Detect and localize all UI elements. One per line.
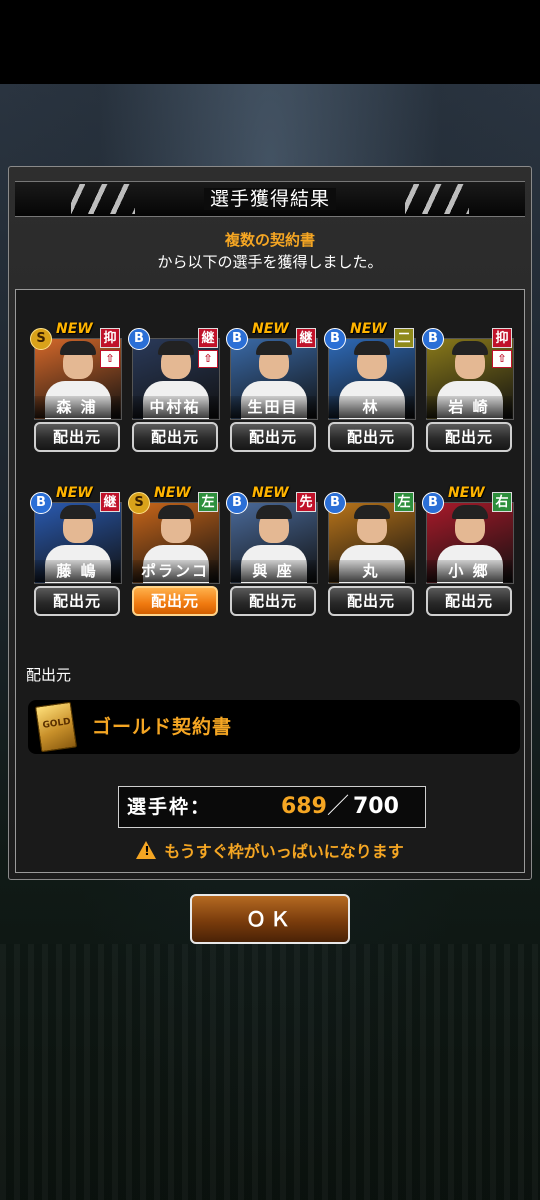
player-card[interactable]: 小 郷 B NEW 右配出元 xyxy=(422,485,514,622)
source-button[interactable]: 配出元 xyxy=(426,422,512,452)
player-cap xyxy=(452,505,488,519)
position-badge: 二 xyxy=(394,328,414,348)
position-badge: 左 xyxy=(198,492,218,512)
rank-badge: B xyxy=(128,328,150,350)
new-tag: NEW xyxy=(56,485,93,501)
player-row: 森 浦 S NEW 抑 ⇧ 配出元 中村祐 B 継 ⇧ 配出元 生田目 B NEW 継配出元林 B NEW 二配出… xyxy=(30,321,516,458)
player-cap xyxy=(354,341,390,355)
player-card[interactable]: 丸 B 左配出元 xyxy=(324,492,416,622)
player-card[interactable]: 藤 嶋 B NEW 継配出元 xyxy=(30,485,122,622)
slot-max: 700 xyxy=(353,794,399,819)
position-badge: 右 xyxy=(492,492,512,512)
slot-current: 689 xyxy=(281,794,327,819)
player-name: 小 郷 xyxy=(426,560,512,582)
rank-badge: B xyxy=(226,492,248,514)
source-button[interactable]: 配出元 xyxy=(328,422,414,452)
contract-icon-text: GOLD xyxy=(42,716,72,731)
source-button[interactable]: 配出元 xyxy=(426,586,512,616)
player-cap xyxy=(158,341,194,355)
source-button[interactable]: 配出元 xyxy=(34,422,120,452)
source-section-label: 配出元 xyxy=(26,666,72,684)
source-button[interactable]: 配出元 xyxy=(328,586,414,616)
player-card[interactable]: 中村祐 B 継 ⇧ 配出元 xyxy=(128,328,220,458)
new-tag: NEW xyxy=(252,485,289,501)
position-badge: 左 xyxy=(394,492,414,512)
rank-badge: S xyxy=(128,492,150,514)
source-button[interactable]: 配出元 xyxy=(132,422,218,452)
player-slot-box: 選手枠： 689 ／ 700 xyxy=(118,786,426,828)
player-card[interactable]: 森 浦 S NEW 抑 ⇧ 配出元 xyxy=(30,321,122,458)
warning-icon: ! xyxy=(136,841,157,859)
player-cap xyxy=(60,505,96,519)
player-name: 岩 崎 xyxy=(426,396,512,418)
warning-text: もうすぐ枠がいっぱいになります xyxy=(164,842,404,861)
rank-badge: S xyxy=(30,328,52,350)
new-tag: NEW xyxy=(448,485,485,501)
new-tag: NEW xyxy=(56,321,93,337)
player-cap xyxy=(60,341,96,355)
message-highlight: 複数の契約書 xyxy=(224,231,315,249)
rank-badge: B xyxy=(324,328,346,350)
player-row: 藤 嶋 B NEW 継配出元 ポランコ S NEW 左配出元與 座 B NEW 先配出元丸 B 左配出元… xyxy=(30,485,516,622)
player-cap xyxy=(256,505,292,519)
source-button[interactable]: 配出元 xyxy=(34,586,120,616)
new-tag: NEW xyxy=(252,321,289,337)
source-button[interactable]: 配出元 xyxy=(230,586,316,616)
new-tag: NEW xyxy=(154,485,191,501)
player-name: 林 xyxy=(328,396,414,418)
position-badge: 先 xyxy=(296,492,316,512)
player-name: 中村祐 xyxy=(132,396,218,418)
source-button[interactable]: 配出元 xyxy=(132,586,218,616)
status-bar xyxy=(0,0,540,84)
result-dialog: 選手獲得結果 複数の契約書 から以下の選手を獲得しました。 森 浦 S NEW 抑 ⇧ 配… xyxy=(8,166,532,880)
slot-separator: ／ xyxy=(327,794,350,819)
rank-badge: B xyxy=(226,328,248,350)
dialog-title: 選手獲得結果 xyxy=(203,188,336,210)
position-badge: 抑 xyxy=(492,328,512,348)
player-card[interactable]: ポランコ S NEW 左配出元 xyxy=(128,485,220,622)
player-name: 藤 嶋 xyxy=(34,560,120,582)
message-text: から以下の選手を獲得しました。 xyxy=(157,253,383,271)
player-cap xyxy=(256,341,292,355)
source-button[interactable]: 配出元 xyxy=(230,422,316,452)
source-box: GOLD ゴールド契約書 xyxy=(28,700,520,754)
player-name: 生田目 xyxy=(230,396,316,418)
player-card[interactable]: 與 座 B NEW 先配出元 xyxy=(226,485,318,622)
player-name: 丸 xyxy=(328,560,414,582)
player-card[interactable]: 岩 崎 B 抑 ⇧ 配出元 xyxy=(422,328,514,458)
dialog-title-bar: 選手獲得結果 xyxy=(15,181,525,217)
player-name: ポランコ xyxy=(132,560,218,582)
player-card[interactable]: 生田目 B NEW 継配出元 xyxy=(226,321,318,458)
rank-badge: B xyxy=(324,492,346,514)
player-cap xyxy=(452,341,488,355)
ok-button[interactable]: ＯＫ xyxy=(190,894,350,944)
player-name: 與 座 xyxy=(230,560,316,582)
up-arrow-icon: ⇧ xyxy=(198,350,218,368)
rank-badge: B xyxy=(422,328,444,350)
player-cap xyxy=(354,505,390,519)
rank-badge: B xyxy=(422,492,444,514)
slot-warning: ! もうすぐ枠がいっぱいになります xyxy=(16,838,524,862)
player-card[interactable]: 林 B NEW 二配出元 xyxy=(324,321,416,458)
up-arrow-icon: ⇧ xyxy=(492,350,512,368)
position-badge: 抑 xyxy=(100,328,120,348)
position-badge: 継 xyxy=(198,328,218,348)
position-badge: 継 xyxy=(296,328,316,348)
slot-label: 選手枠： xyxy=(127,796,212,818)
results-panel: 森 浦 S NEW 抑 ⇧ 配出元 中村祐 B 継 ⇧ 配出元 生田目 B NEW 継配出元林 B NEW 二配出… xyxy=(15,289,525,873)
player-name: 森 浦 xyxy=(34,396,120,418)
gold-contract-icon: GOLD xyxy=(34,701,78,753)
position-badge: 継 xyxy=(100,492,120,512)
source-name: ゴールド契約書 xyxy=(92,716,233,738)
up-arrow-icon: ⇧ xyxy=(100,350,120,368)
new-tag: NEW xyxy=(350,321,387,337)
rank-badge: B xyxy=(30,492,52,514)
player-cap xyxy=(158,505,194,519)
